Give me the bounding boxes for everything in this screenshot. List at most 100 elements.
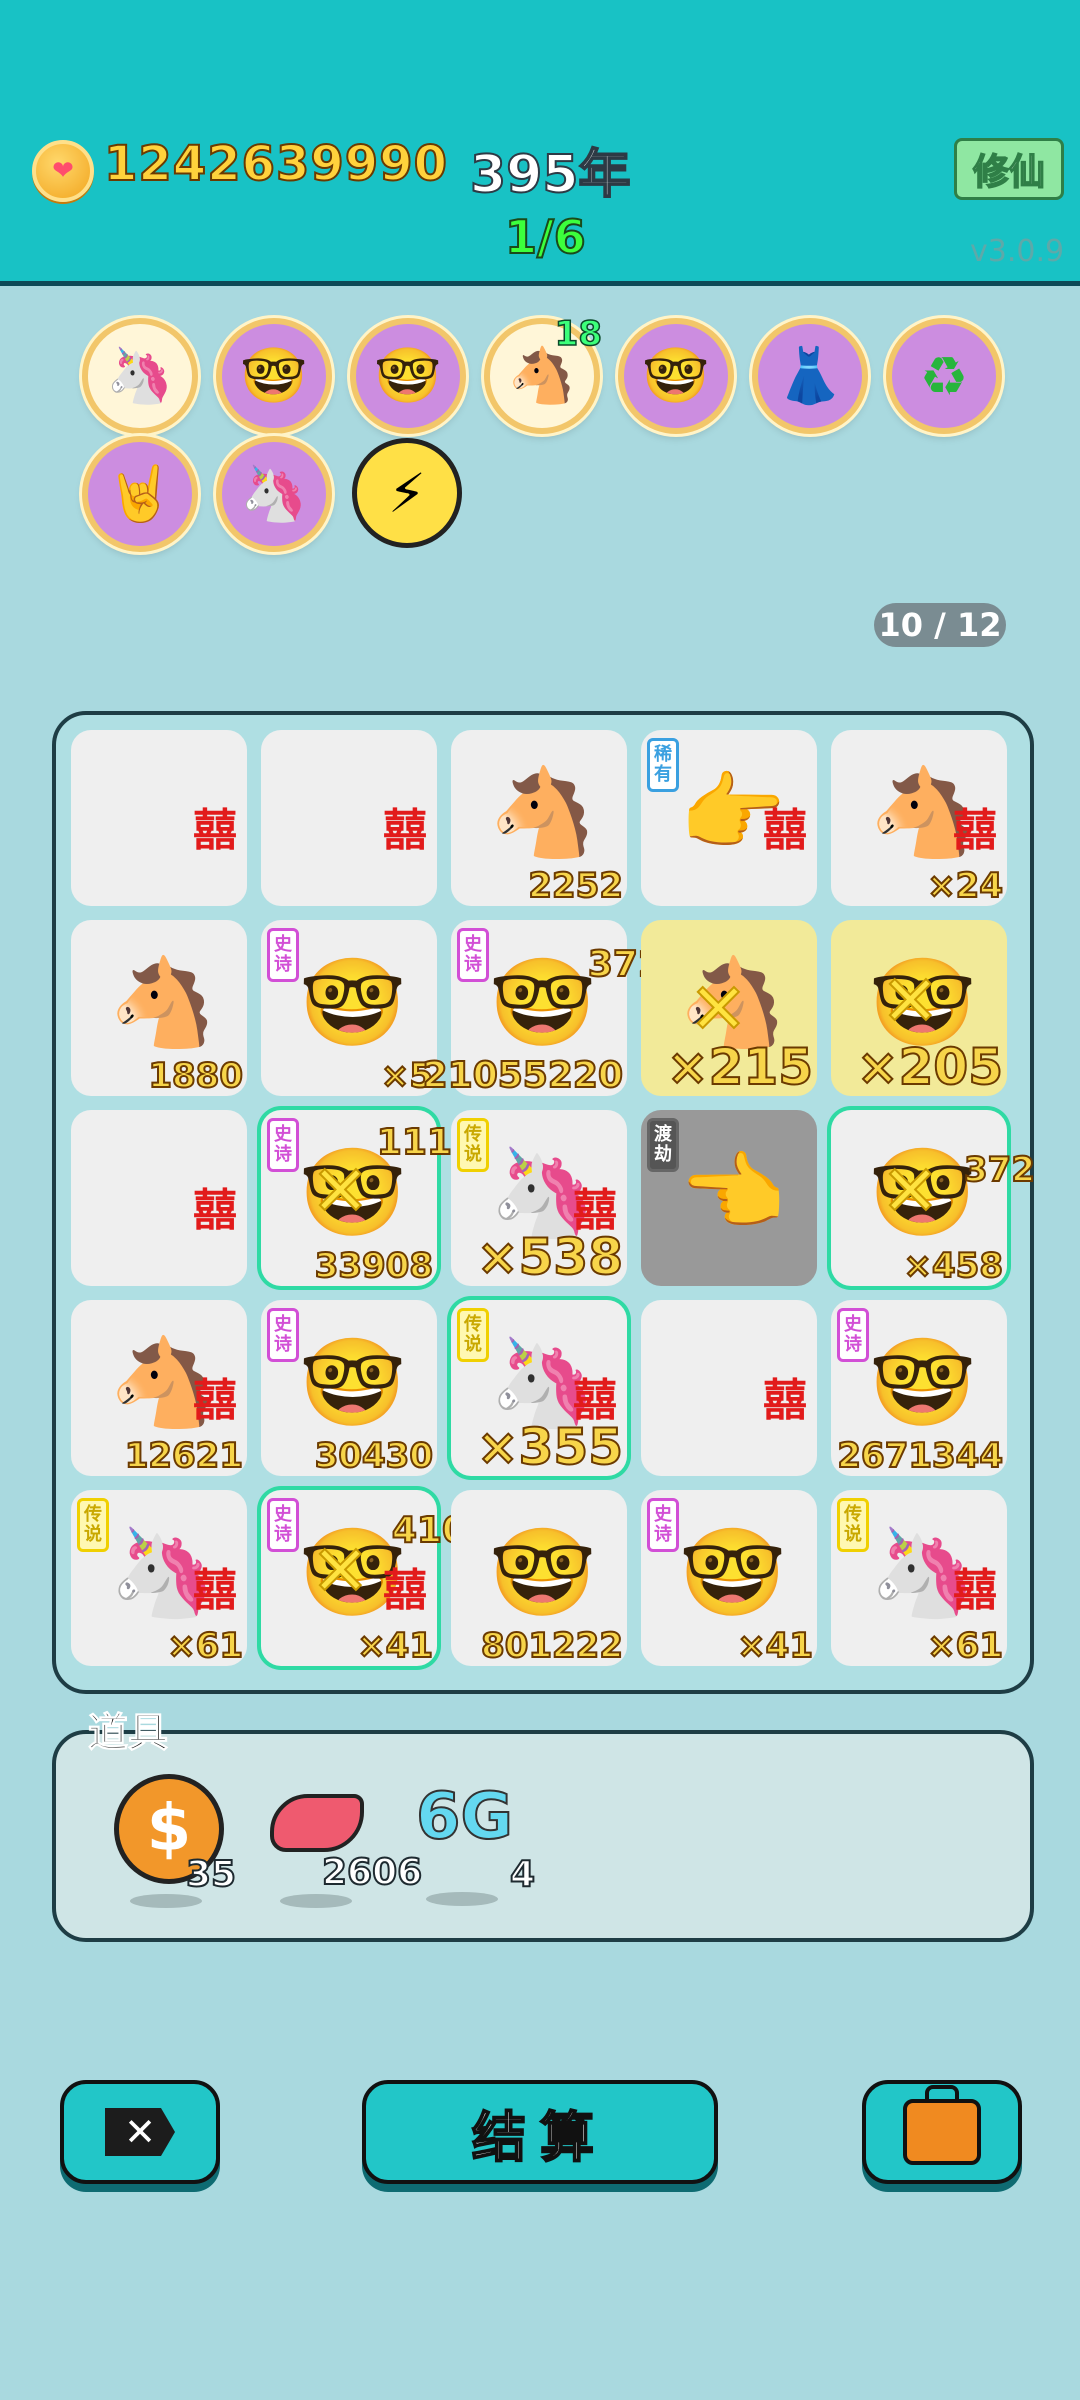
item-shadow [130, 1894, 202, 1908]
settle-button[interactable]: 结算 [362, 2080, 718, 2184]
board-cell[interactable]: 稀有 👉 囍 [641, 730, 817, 906]
unicorn-relic[interactable]: 🦄 [82, 318, 198, 434]
rock-hand-icon: 🤘 [106, 462, 174, 525]
board-cell[interactable]: 史诗 🤓 ✕ 33908 1116 [261, 1110, 478, 1287]
rarity-tag-epic: 史诗 [267, 928, 299, 982]
cell-value: ×61 [926, 1625, 1004, 1666]
header-divider [0, 281, 1080, 286]
board-cell[interactable]: 史诗 🤓 ×41 [641, 1490, 817, 1666]
rarity-tag-tribulation: 渡劫 [647, 1118, 679, 1172]
cell-value: ×458 [903, 1245, 1004, 1287]
item-liver[interactable]: 2606 [270, 1794, 430, 1914]
rarity-tag-legend: 传说 [837, 1498, 869, 1552]
cell-value: ×41 [356, 1625, 434, 1667]
unicorn-icon: 🦄 [106, 344, 174, 407]
skirt-icon: 👗 [776, 344, 844, 407]
round-progress: 1/6 [504, 209, 587, 265]
board-cell[interactable]: 史诗 🤓 21055220 372 [422, 920, 664, 1097]
rarity-tag-legend: 传说 [457, 1308, 489, 1362]
pointing-hand-icon: 👈 [679, 1143, 787, 1243]
double-happiness-icon: 囍 [193, 1185, 237, 1236]
nerd-face-icon: 🤓 [489, 1523, 597, 1623]
coin-icon: ❤ [32, 140, 94, 202]
rarity-tag-epic: 史诗 [837, 1308, 869, 1362]
cross-mark-icon: ✕ [310, 1149, 371, 1233]
cell-value: 801222 [480, 1625, 624, 1666]
board-cell[interactable]: 史诗 🤓 30430 [261, 1300, 437, 1476]
item-count: 2606 [321, 1851, 423, 1894]
double-happiness-icon: 囍 [383, 1565, 427, 1616]
rarity-tag-epic: 史诗 [647, 1498, 679, 1552]
item-coin[interactable]: $ 35 [114, 1774, 237, 1914]
nerd-multiplier-relic-3[interactable]: 🤓 [618, 318, 734, 434]
settle-label: 结算 [471, 2105, 608, 2170]
nerd-multiplier-relic[interactable]: 🤓 [216, 318, 332, 434]
unicorn-pair-relic[interactable]: 🐴 18 [484, 313, 603, 434]
nerd-face-icon: 🤓 [642, 344, 710, 407]
cell-value: ×538 [476, 1227, 624, 1286]
board-cell[interactable]: 渡劫 👈 [641, 1110, 817, 1286]
cell-value: ×41 [736, 1625, 814, 1666]
board-cell[interactable]: 囍 [71, 1110, 247, 1286]
item-count: 4 [509, 1853, 536, 1896]
board-cell[interactable]: 🐴 2252 [451, 730, 627, 906]
board-cell[interactable]: 史诗 🤓 ×5 [261, 920, 437, 1096]
cross-mark-icon: ✕ [880, 1149, 941, 1233]
relic-count: 18 [554, 313, 603, 355]
top-bar: ❤ 1242639990 395年 1/6 修仙 v3.0.9 [0, 0, 1080, 283]
cell-value: 33908 [314, 1245, 434, 1287]
horse-icon: 🐴 [109, 953, 217, 1053]
unicorn-coin-relic[interactable]: 🦄 [216, 436, 332, 552]
items-title: 道具 [88, 1710, 169, 1757]
board-cell[interactable]: 传说 🦄 囍 ×61 [831, 1490, 1007, 1666]
item-6g[interactable]: 6G 4 [415, 1779, 556, 1914]
board-cell[interactable]: 传说 🦄 囍 ×538 [451, 1110, 627, 1286]
cross-mark-icon: ✕ [880, 959, 941, 1043]
cell-value: 30430 [314, 1435, 434, 1476]
board-cell[interactable]: 囍 [71, 730, 247, 906]
board-cell[interactable]: 🐴 1880 [71, 920, 247, 1096]
item-shadow [426, 1892, 498, 1906]
board-cell[interactable]: 🐴 囍 12621 [71, 1300, 247, 1476]
double-happiness-icon: 囍 [193, 1565, 237, 1616]
board-cell[interactable]: 🤓 ✕ ×205 [831, 920, 1007, 1096]
close-button[interactable]: ✕ [60, 2080, 220, 2184]
slot-counter: 10 / 12 [874, 603, 1006, 647]
coin-bonus: 372 [963, 1149, 1036, 1191]
nerd-face-icon: 🤓 [489, 953, 597, 1053]
rock-hand-relic[interactable]: 🤘 [82, 436, 198, 552]
briefcase-icon [903, 2085, 981, 2165]
items-panel: $ 35 2606 6G 4 [52, 1730, 1034, 1942]
rarity-tag-legend: 传说 [457, 1118, 489, 1172]
cell-value: 1880 [147, 1055, 244, 1096]
board-cell[interactable]: 🐴 ✕ ×215 [641, 920, 817, 1096]
coin-balance: 1242639990 [103, 135, 448, 193]
cell-value: ×61 [166, 1625, 244, 1666]
board-cell[interactable]: 史诗 🤓 ✕ 囍 ×41 410 [261, 1490, 468, 1667]
nerd-face-icon: 🤓 [299, 1333, 407, 1433]
rarity-tag-rare: 稀有 [647, 738, 679, 792]
board-cell[interactable]: 传说 🦄 囍 ×61 [71, 1490, 247, 1666]
liver-icon [270, 1794, 364, 1852]
nerd-multiplier-relic-2[interactable]: 🤓 [350, 318, 466, 434]
board-cell[interactable]: 传说 🦄 囍 ×355 [451, 1300, 627, 1476]
item-shadow [280, 1894, 352, 1908]
rarity-tag-epic: 史诗 [267, 1308, 299, 1362]
board-cell[interactable]: 🤓 ✕ ×458 372 [831, 1110, 1036, 1287]
board-cell[interactable]: 史诗 🤓 2671344 [831, 1300, 1007, 1476]
board-cell[interactable]: 🤓 801222 [451, 1490, 627, 1666]
lightning-relic[interactable]: ⚡ [352, 438, 462, 548]
bag-button[interactable] [862, 2080, 1022, 2184]
skirt-relic[interactable]: 👗 [752, 318, 868, 434]
cultivate-button[interactable]: 修仙 [954, 138, 1064, 200]
year-label: 395年 [469, 144, 632, 206]
cell-value: ×24 [926, 865, 1004, 906]
board-cell[interactable]: 🐴 囍 ×24 [831, 730, 1007, 906]
recycle-relic[interactable]: ♻ [886, 318, 1002, 434]
version-label: v3.0.9 [970, 234, 1065, 269]
nerd-face-icon: 🤓 [679, 1523, 787, 1623]
double-happiness-icon: 囍 [193, 805, 237, 856]
board-cell[interactable]: 囍 [261, 730, 437, 906]
item-count: 35 [185, 1853, 237, 1896]
board-cell[interactable]: 囍 [641, 1300, 817, 1476]
